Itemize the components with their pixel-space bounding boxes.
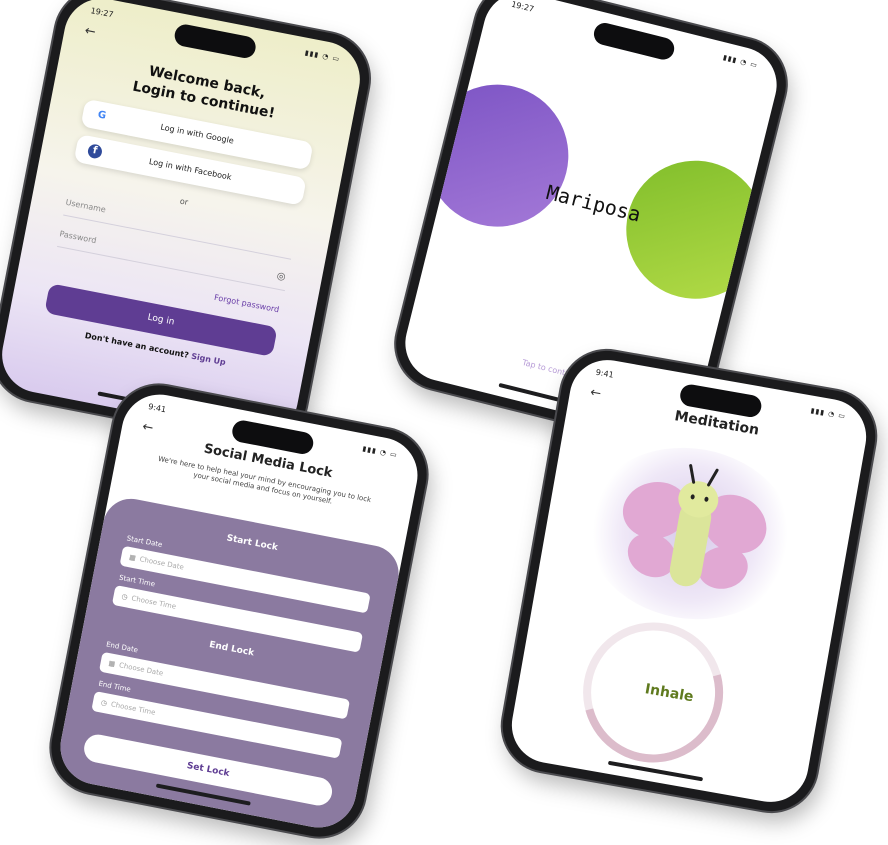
status-time: 9:41 — [147, 402, 167, 415]
end-time-placeholder: Choose Time — [110, 700, 157, 717]
login-screen: 19:27 ▮▮▮ ◔ ▭ ← Welcome back, Login to c… — [0, 0, 367, 442]
forgot-password-link[interactable]: Forgot password — [213, 293, 280, 314]
google-login-label: Log in with Google — [159, 122, 235, 146]
lock-screen: 9:41 ▮▮▮ ◔ ▭ ← Social Media Lock We're h… — [53, 388, 425, 834]
home-indicator — [607, 760, 704, 782]
dynamic-island — [591, 20, 677, 62]
status-time: 19:27 — [510, 0, 535, 14]
back-arrow-icon[interactable]: ← — [83, 23, 97, 40]
login-phone: 19:27 ▮▮▮ ◔ ▭ ← Welcome back, Login to c… — [0, 0, 377, 453]
dynamic-island — [172, 22, 258, 60]
username-placeholder: Username — [64, 197, 107, 215]
clock-icon: ◷ — [120, 592, 129, 602]
lock-phone: 9:41 ▮▮▮ ◔ ▭ ← Social Media Lock We're h… — [43, 377, 435, 845]
status-icons: ▮▮▮ ◔ ▭ — [304, 48, 341, 64]
lock-form-panel: Start Lock Start Date ▦ Choose Date Start… — [53, 494, 404, 834]
google-icon: G — [96, 109, 107, 122]
status-time: 19:27 — [89, 6, 115, 20]
status-time: 9:41 — [595, 367, 615, 380]
clock-icon: ◷ — [100, 698, 108, 708]
facebook-icon: f — [86, 143, 104, 160]
status-icons: ▮▮▮ ◔ ▭ — [361, 444, 399, 460]
status-icons: ▮▮▮ ◔ ▭ — [810, 406, 847, 421]
facebook-login-label: Log in with Facebook — [148, 156, 233, 182]
start-date-placeholder: Choose Date — [138, 555, 185, 572]
meditation-screen: 9:41 ▮▮▮ ◔ ▭ ← Meditation Inhale — [505, 354, 873, 808]
calendar-icon: ▦ — [128, 553, 137, 563]
end-date-placeholder: Choose Date — [118, 661, 164, 678]
purple-circle-decoration — [411, 69, 584, 242]
calendar-icon: ▦ — [107, 659, 116, 669]
status-icons: ▮▮▮ ◔ ▭ — [722, 53, 759, 70]
password-placeholder: Password — [58, 229, 98, 246]
signup-link[interactable]: Sign Up — [190, 352, 226, 368]
eye-icon[interactable]: ◎ — [274, 265, 287, 290]
start-time-placeholder: Choose Time — [130, 594, 177, 611]
